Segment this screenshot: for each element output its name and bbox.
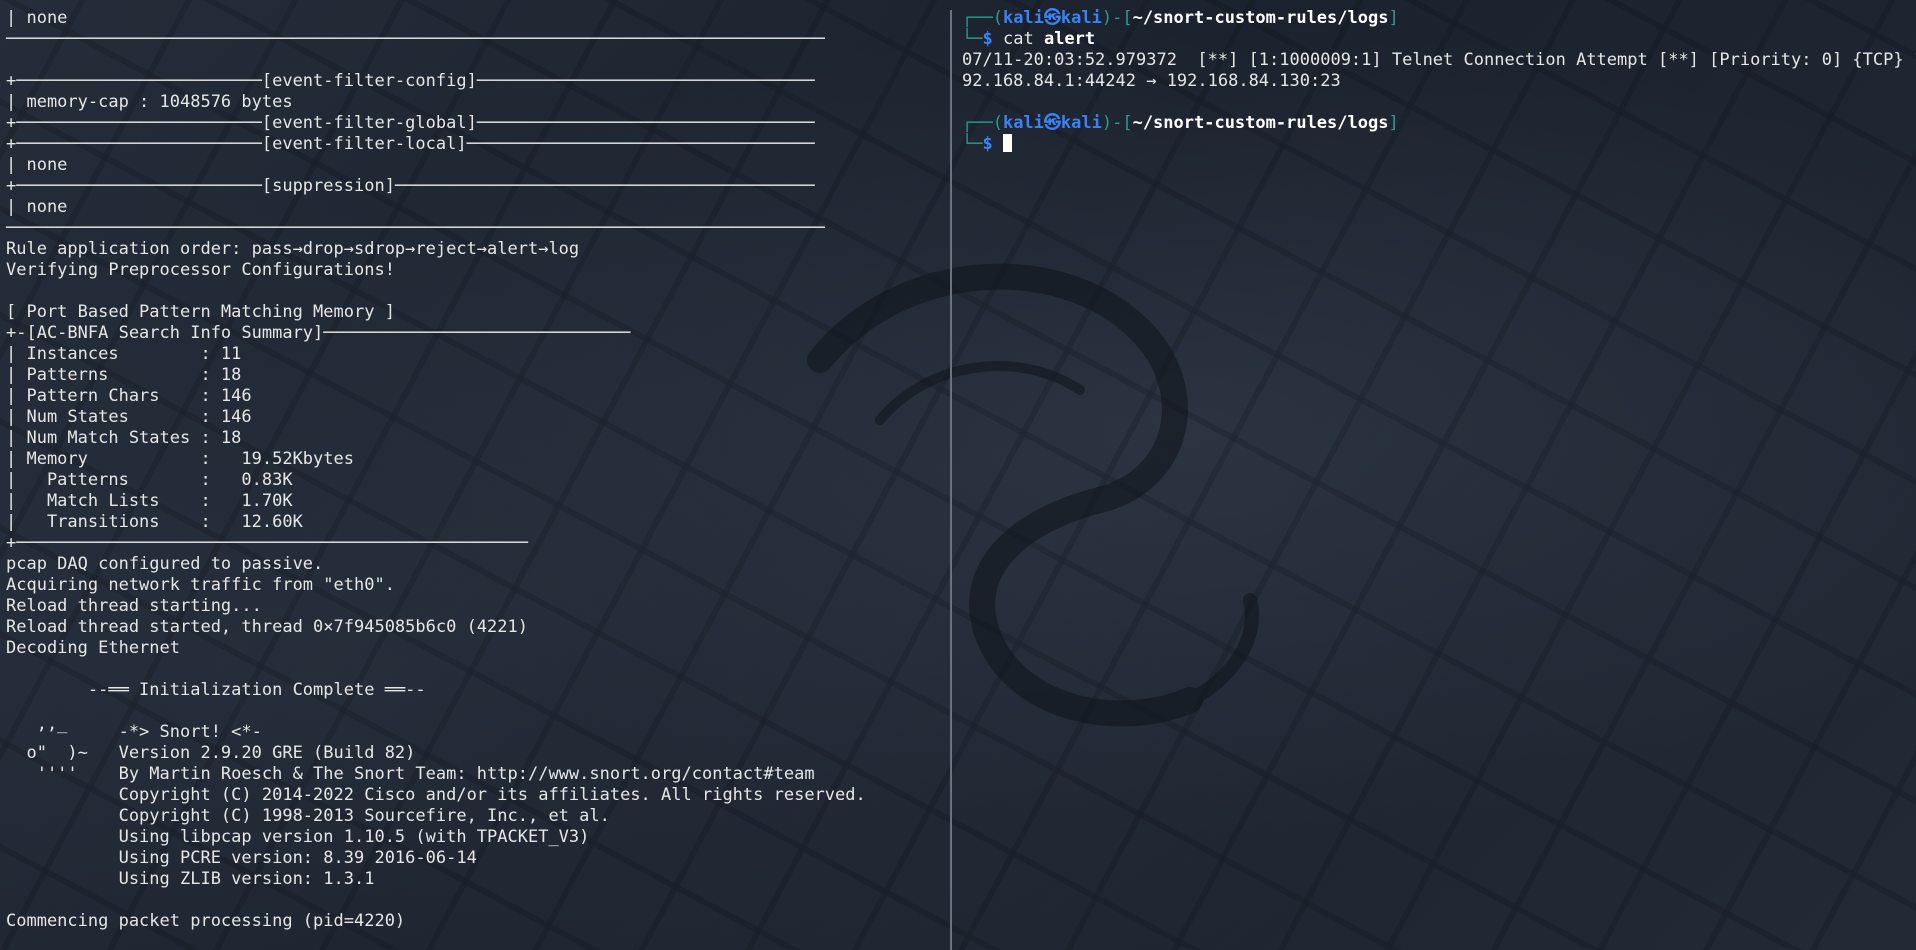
alert-output-line: 92.168.84.1:44242 → 192.168.84.130:23 (962, 71, 1341, 91)
terminal-line: Rule application order: pass→drop→sdrop→… (6, 239, 580, 259)
prompt-line-top: ┌──(kali㉿kali)-[~/snort-custom-rules/log… (962, 8, 1916, 29)
terminal-line: -*> Snort! <*- ,,_ (6, 714, 262, 742)
terminal-line: +───────────────────────────────────────… (6, 533, 528, 553)
prompt-host: kali (1060, 113, 1102, 133)
terminal-line: +────────────────────────[event-filter-l… (6, 134, 815, 154)
terminal-line: Using ZLIB version: 1.3.1 (6, 869, 375, 889)
terminal-line: | memory-cap : 1048576 bytes (6, 92, 293, 112)
terminal-line: +────────────────────────[suppression]──… (6, 176, 815, 196)
terminal-pane-left[interactable]: | none ──────────────────────────────────… (0, 0, 950, 950)
terminal-line: ────────────────────────────────────────… (6, 218, 825, 238)
prompt-path: ~/snort-custom-rules/logs (1132, 113, 1389, 133)
terminal-line: | Memory : 19.52Kbytes (6, 449, 354, 469)
prompt-frame: ┌──( (962, 113, 1003, 133)
prompt-frame: └─ (962, 29, 983, 49)
prompt-user: kali (1002, 8, 1044, 28)
pane-divider[interactable] (950, 10, 952, 950)
terminal-line: | none (6, 155, 68, 175)
terminal-output-right: ┌──(kali㉿kali)-[~/snort-custom-rules/log… (962, 8, 1916, 155)
terminal-line: | Pattern Chars : 146 (6, 386, 252, 406)
terminal-line: Copyright (C) 1998-2013 Sourcefire, Inc.… (6, 806, 610, 826)
text-cursor (1002, 134, 1012, 152)
terminal-line: | Num Match States : 18 (6, 428, 242, 448)
terminal-line: [ Port Based Pattern Matching Memory ] (6, 302, 395, 322)
terminal-line: Using PCRE version: 8.39 2016-06-14 (6, 848, 477, 868)
terminal-line: Using libpcap version 1.10.5 (with TPACK… (6, 827, 590, 847)
terminal-line: Copyright (C) 2014-2022 Cisco and/or its… (6, 785, 866, 805)
terminal-line: +────────────────────────[event-filter-c… (6, 71, 815, 91)
prompt-frame: )-[ (1101, 113, 1133, 133)
terminal-line: Reload thread started, thread 0×7f945085… (6, 617, 528, 637)
terminal-line: '''' By Martin Roesch & The Snort Team: … (6, 764, 815, 784)
prompt-at-symbol: ㉿ (1043, 113, 1061, 133)
terminal-line: | Instances : 11 (6, 344, 242, 364)
terminal-line: Decoding Ethernet (6, 638, 180, 658)
prompt-dollar: $ (982, 29, 993, 49)
terminal-line: Commencing packet processing (pid=4220) (6, 911, 406, 931)
prompt-frame: )-[ (1101, 8, 1133, 28)
terminal-line: o" )~ Version 2.9.20 GRE (Build 82) (6, 743, 416, 763)
prompt-dollar: $ (982, 134, 993, 154)
prompt-frame: ] (1388, 8, 1399, 28)
terminal-pane-right[interactable]: ┌──(kali㉿kali)-[~/snort-custom-rules/log… (956, 0, 1916, 950)
terminal-line: +-[AC-BNFA Search Info Summary]─────────… (6, 323, 631, 343)
terminal-line: | none (6, 197, 68, 217)
terminal-line: Reload thread starting... (6, 596, 262, 616)
prompt-line-top: ┌──(kali㉿kali)-[~/snort-custom-rules/log… (962, 113, 1916, 134)
command-line: └─$ cat alert (962, 29, 1916, 50)
terminal-line: | Patterns : 18 (6, 365, 242, 385)
prompt-at-symbol: ㉿ (1043, 8, 1061, 28)
snort-pig-ascii: ,,_ (6, 714, 68, 734)
terminal-line: Verifying Preprocessor Configurations! (6, 260, 395, 280)
terminal-line: +────────────────────────[event-filter-g… (6, 113, 815, 133)
terminal-line: | Transitions : 12.60K (6, 512, 303, 532)
terminal-line: | Num States : 146 (6, 407, 252, 427)
terminal-line: | Patterns : 0.83K (6, 470, 293, 490)
prompt-host: kali (1060, 8, 1102, 28)
prompt-user: kali (1002, 113, 1044, 133)
prompt-frame: ┌──( (962, 8, 1003, 28)
terminal-line: | Match Lists : 1.70K (6, 491, 293, 511)
command-argument: alert (1043, 29, 1096, 49)
terminal-line: ────────────────────────────────────────… (6, 29, 825, 49)
command-name: cat (1002, 29, 1034, 49)
prompt-path: ~/snort-custom-rules/logs (1132, 8, 1389, 28)
prompt-frame: ] (1388, 113, 1399, 133)
alert-output-line: 07/11-20:03:52.979372 [**] [1:1000009:1]… (962, 50, 1916, 70)
terminal-line: --══ Initialization Complete ══-- (6, 680, 426, 700)
command-input-line[interactable]: └─$ (962, 134, 1916, 155)
terminal-line: Acquiring network traffic from "eth0". (6, 575, 395, 595)
terminal-line: | none (6, 8, 68, 28)
terminal-output-left: | none ──────────────────────────────────… (6, 8, 950, 932)
prompt-frame: └─ (962, 134, 983, 154)
terminal-line: pcap DAQ configured to passive. (6, 554, 324, 574)
